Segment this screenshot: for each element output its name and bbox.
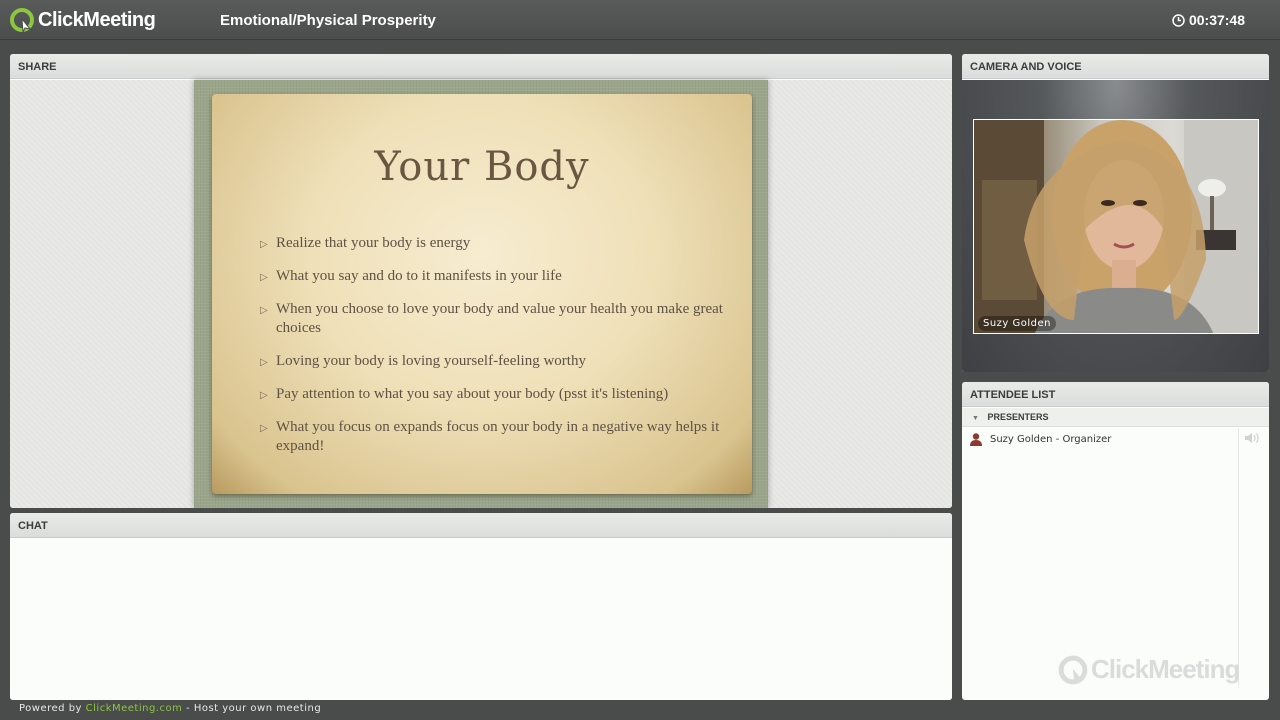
meeting-timer: 00:37:48 <box>1172 12 1245 28</box>
footer: Powered by ClickMeeting.com - Host your … <box>19 703 321 714</box>
slide-bullet-text: Realize that your body is energy <box>276 235 471 251</box>
clock-icon <box>1172 13 1185 27</box>
share-area: Your Body ▷ Realize that your body is ene… <box>10 80 952 508</box>
chat-panel: CHAT <box>10 513 952 700</box>
slide-bullet: ▷ What you say and do to it manifests in … <box>260 267 730 286</box>
slide-bullet: ▷ What you focus on expands focus on your… <box>260 418 730 456</box>
speaker-icon[interactable] <box>1244 432 1262 444</box>
brand-name: ClickMeeting <box>38 8 156 31</box>
footer-suffix: - Host your own meeting <box>186 703 322 714</box>
attendee-item[interactable]: Suzy Golden - Organizer <box>962 429 1238 449</box>
bullet-arrow-icon: ▷ <box>260 239 268 250</box>
attendee-list-divider <box>1238 428 1239 688</box>
attendee-name: Suzy Golden - Organizer <box>990 433 1112 445</box>
slide-bullet-list: ▷ Realize that your body is energy ▷ What … <box>260 234 730 470</box>
slide-bullet: ▷ When you choose to love your body and v… <box>260 300 730 338</box>
bullet-arrow-icon: ▷ <box>260 357 268 368</box>
bullet-arrow-icon: ▷ <box>260 305 268 316</box>
share-panel: SHARE Your Body ▷ Realize that your body … <box>10 54 952 508</box>
presenters-group[interactable]: ▼ PRESENTERS <box>962 408 1269 427</box>
presentation-slide: Your Body ▷ Realize that your body is ene… <box>194 80 768 508</box>
attendee-panel: ATTENDEE LIST ▼ PRESENTERS Suzy Golden -… <box>962 382 1269 700</box>
attendee-panel-header: ATTENDEE LIST <box>962 382 1269 407</box>
video-name-label: Suzy Golden <box>978 316 1057 331</box>
watermark-text: ClickMeeting <box>1091 654 1240 684</box>
bullet-arrow-icon: ▷ <box>260 272 268 283</box>
slide-bullet-text: What you focus on expands focus on your … <box>276 419 720 454</box>
camera-panel-header: CAMERA AND VOICE <box>962 54 1269 79</box>
slide-bullet-text: What you say and do to it manifests in y… <box>276 268 562 284</box>
slide-bullet-text: Pay attention to what you say about your… <box>276 386 669 402</box>
slide-bullet: ▷ Pay attention to what you say about you… <box>260 385 730 404</box>
presenter-video[interactable]: Suzy Golden <box>973 119 1259 334</box>
clickmeeting-watermark: ClickMeeting <box>1058 654 1240 685</box>
slide-bullet: ▷ Realize that your body is energy <box>260 234 730 253</box>
timer-value: 00:37:48 <box>1188 12 1245 28</box>
collapse-triangle-icon[interactable]: ▼ <box>972 415 979 422</box>
slide-bullet-text: Loving your body is loving yourself-feel… <box>276 353 586 369</box>
clickmeeting-link[interactable]: ClickMeeting.com <box>86 703 183 714</box>
clickmeeting-logo: ClickMeeting <box>10 6 156 34</box>
clickmeeting-logo-icon <box>10 8 34 32</box>
clickmeeting-watermark-icon <box>1058 655 1088 685</box>
footer-prefix: Powered by <box>19 703 82 714</box>
slide-bullet: ▷ Loving your body is loving yourself-fee… <box>260 352 730 371</box>
chat-panel-header: CHAT <box>10 513 952 538</box>
presenters-group-label: PRESENTERS <box>987 412 1049 422</box>
chat-messages-area[interactable] <box>10 539 952 700</box>
bullet-arrow-icon: ▷ <box>260 390 268 401</box>
slide-title: Your Body <box>374 144 590 190</box>
top-bar: ClickMeeting Emotional/Physical Prosperi… <box>0 0 1280 40</box>
camera-panel: CAMERA AND VOICE Suzy Golden <box>962 54 1269 372</box>
share-panel-header: SHARE <box>10 54 952 79</box>
presenter-video-image <box>974 120 1258 333</box>
camera-area: Suzy Golden <box>962 80 1269 372</box>
bullet-arrow-icon: ▷ <box>260 423 268 434</box>
user-icon <box>970 433 982 446</box>
meeting-title: Emotional/Physical Prosperity <box>220 12 436 29</box>
slide-bullet-text: When you choose to love your body and va… <box>276 301 723 336</box>
slide-parchment: Your Body ▷ Realize that your body is ene… <box>212 94 752 494</box>
